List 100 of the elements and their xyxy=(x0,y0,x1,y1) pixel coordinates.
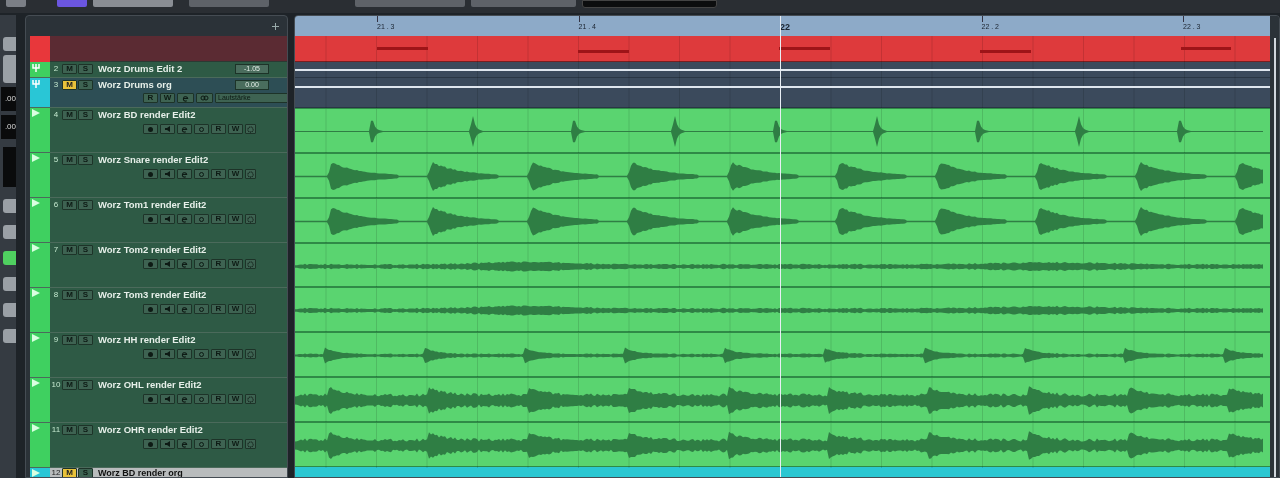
freeze-button[interactable] xyxy=(245,349,256,359)
write-button[interactable]: W xyxy=(228,169,243,179)
write-button[interactable]: W xyxy=(228,394,243,404)
track-name[interactable]: Worz Tom1 render Edit2 xyxy=(98,200,207,210)
input-button[interactable] xyxy=(194,349,209,359)
edit-button[interactable] xyxy=(177,439,192,449)
write-button[interactable]: W xyxy=(228,124,243,134)
track-name[interactable]: Worz Tom3 render Edit2 xyxy=(98,290,207,300)
value-field[interactable]: .00 xyxy=(1,115,16,139)
solo-button[interactable]: S xyxy=(78,155,93,165)
track-name[interactable]: Worz OHR render Edit2 xyxy=(98,425,203,435)
solo-button[interactable]: S xyxy=(78,425,93,435)
monitor-button[interactable] xyxy=(160,169,175,179)
input-button[interactable] xyxy=(194,394,209,404)
read-button[interactable]: R xyxy=(211,439,226,449)
solo-button[interactable]: S xyxy=(78,110,93,120)
freeze-button[interactable] xyxy=(245,439,256,449)
input-button[interactable] xyxy=(194,124,209,134)
mute-button[interactable]: M xyxy=(62,380,77,390)
record-button[interactable] xyxy=(143,214,158,224)
edit-button[interactable] xyxy=(3,37,16,51)
track-name[interactable]: Worz Drums Edit 2 xyxy=(98,64,183,74)
solo-button[interactable]: S xyxy=(78,200,93,210)
edit-button[interactable] xyxy=(177,93,194,103)
solo-button[interactable]: S xyxy=(78,335,93,345)
track-name[interactable]: Worz BD render Edit2 xyxy=(98,110,196,120)
solo-button[interactable]: S xyxy=(78,245,93,255)
input-button[interactable] xyxy=(194,214,209,224)
edit-button[interactable] xyxy=(177,169,192,179)
monitor-button[interactable] xyxy=(160,349,175,359)
freeze-button[interactable] xyxy=(245,259,256,269)
monitor-button[interactable] xyxy=(160,259,175,269)
input-button[interactable] xyxy=(194,259,209,269)
record-button[interactable] xyxy=(143,304,158,314)
input-button[interactable] xyxy=(194,439,209,449)
record-button[interactable] xyxy=(143,349,158,359)
read-button[interactable]: R xyxy=(211,349,226,359)
solo-button[interactable]: S xyxy=(78,468,93,477)
input-button[interactable] xyxy=(194,169,209,179)
solo-button[interactable]: S xyxy=(78,380,93,390)
solo-button[interactable]: S xyxy=(78,64,93,74)
write-button[interactable]: W xyxy=(228,259,243,269)
edit-button[interactable] xyxy=(177,214,192,224)
mute-button[interactable]: M xyxy=(62,425,77,435)
write-button[interactable]: W xyxy=(228,349,243,359)
record-button[interactable] xyxy=(143,169,158,179)
mute-button[interactable]: M xyxy=(62,80,77,90)
toolbar-button[interactable] xyxy=(57,0,87,7)
track-name[interactable]: Worz Tom2 render Edit2 xyxy=(98,245,207,255)
mute-button[interactable]: M xyxy=(62,290,77,300)
toolbar-button[interactable] xyxy=(6,0,26,7)
read-button[interactable]: R xyxy=(211,304,226,314)
write-button[interactable]: W xyxy=(228,439,243,449)
read-button[interactable]: R xyxy=(211,169,226,179)
record-button[interactable] xyxy=(143,259,158,269)
edit-button[interactable] xyxy=(177,259,192,269)
read-button[interactable]: R xyxy=(211,259,226,269)
read-button[interactable]: R xyxy=(211,394,226,404)
mute-button[interactable]: M xyxy=(62,110,77,120)
edit-button[interactable] xyxy=(177,394,192,404)
freeze-button[interactable] xyxy=(245,169,256,179)
monitor-button[interactable] xyxy=(160,214,175,224)
value-field[interactable]: .00 xyxy=(1,87,16,111)
monitor-button[interactable] xyxy=(160,304,175,314)
edit-icon xyxy=(182,94,189,102)
mute-button[interactable]: M xyxy=(62,200,77,210)
record-button[interactable] xyxy=(143,394,158,404)
solo-button[interactable]: S xyxy=(78,290,93,300)
write-button[interactable]: W xyxy=(228,214,243,224)
track-name[interactable]: Worz Drums org xyxy=(98,80,172,90)
freeze-button[interactable] xyxy=(245,124,256,134)
mute-button[interactable]: M xyxy=(62,468,77,477)
freeze-button[interactable] xyxy=(245,304,256,314)
edit-button[interactable] xyxy=(177,304,192,314)
record-button[interactable] xyxy=(143,124,158,134)
mute-button[interactable]: M xyxy=(62,155,77,165)
mute-button[interactable]: M xyxy=(62,64,77,74)
write-button[interactable]: W xyxy=(160,93,175,103)
edit-button[interactable] xyxy=(177,349,192,359)
read-button[interactable]: R xyxy=(211,214,226,224)
read-button[interactable]: R xyxy=(211,124,226,134)
monitor-button[interactable] xyxy=(160,439,175,449)
input-button[interactable] xyxy=(194,304,209,314)
track-name[interactable]: Worz OHL render Edit2 xyxy=(98,380,202,390)
monitor-button[interactable] xyxy=(160,124,175,134)
monitor-button[interactable] xyxy=(160,394,175,404)
mute-button[interactable]: M xyxy=(62,335,77,345)
link-button[interactable] xyxy=(196,93,213,103)
read-button[interactable]: R xyxy=(143,93,158,103)
solo-button[interactable]: S xyxy=(78,80,93,90)
mute-button[interactable]: M xyxy=(62,245,77,255)
track-name[interactable]: Worz BD render org xyxy=(98,468,183,477)
edit-button[interactable] xyxy=(177,124,192,134)
record-button[interactable] xyxy=(143,439,158,449)
track-name[interactable]: Worz Snare render Edit2 xyxy=(98,155,209,165)
write-button[interactable]: W xyxy=(228,304,243,314)
track-number: 12 xyxy=(50,469,62,477)
freeze-button[interactable] xyxy=(245,394,256,404)
freeze-button[interactable] xyxy=(245,214,256,224)
track-name[interactable]: Worz HH render Edit2 xyxy=(98,335,196,345)
